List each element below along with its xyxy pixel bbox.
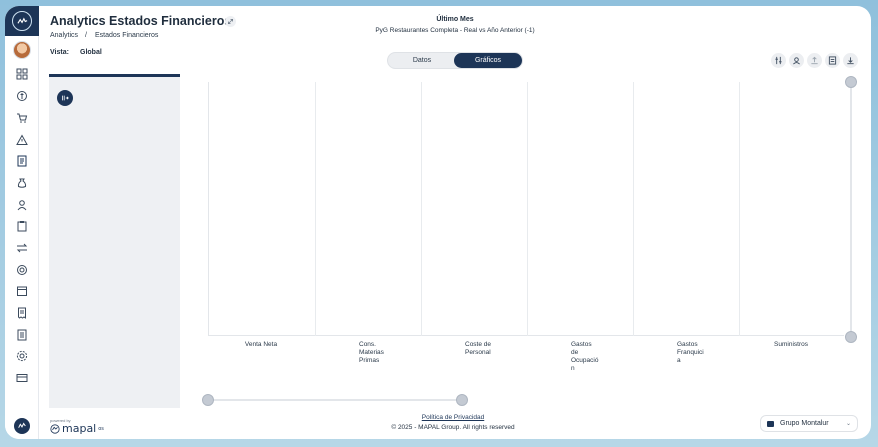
chart-category-label: Suministros	[771, 341, 811, 349]
chart-category-label: Venta Neta	[241, 341, 281, 349]
report-icon[interactable]	[825, 53, 840, 68]
download-icon[interactable]	[843, 53, 858, 68]
vertical-scrollbar[interactable]	[850, 82, 852, 338]
chart-category-label-line: Coste de	[465, 341, 492, 348]
sidebar	[5, 6, 39, 439]
card-icon[interactable]	[14, 371, 30, 385]
grid-icon[interactable]	[14, 67, 30, 81]
warning-icon[interactable]	[14, 133, 30, 147]
horizontal-scroll-handle-left[interactable]	[202, 394, 214, 406]
upload-icon[interactable]	[807, 53, 822, 68]
period-info: Último Mes PyG Restaurantes Completa - R…	[305, 16, 605, 34]
chart-category-label: Coste de Personal	[465, 341, 491, 357]
horizontal-scrollbar[interactable]	[208, 399, 462, 401]
user-badge-icon[interactable]	[789, 53, 804, 68]
cart-icon[interactable]	[14, 111, 30, 125]
chart-category-label: Gastos de Ocupació n	[571, 341, 598, 373]
calendar-icon[interactable]	[14, 284, 30, 298]
chart-category-label: Cons. Materias Primas	[359, 341, 384, 365]
company-flag-icon	[767, 420, 774, 427]
tab-datos[interactable]: Datos	[388, 53, 456, 68]
vista-label: Vista:	[50, 49, 69, 56]
filter-panel	[49, 74, 180, 408]
chart-gridline	[421, 82, 422, 336]
chart-category-label-line: Gastos	[571, 341, 592, 348]
chart-category-label-line: Personal	[465, 349, 491, 356]
privacy-link[interactable]: Política de Privacidad	[355, 414, 551, 421]
mapal-brand-logo: mapal os	[50, 422, 104, 435]
app-logo[interactable]	[5, 6, 39, 36]
chart-gridline	[315, 82, 316, 336]
panel-toggle-icon[interactable]	[57, 90, 73, 106]
chart-gridline	[739, 82, 740, 336]
breadcrumb-analytics[interactable]: Analytics	[50, 32, 78, 39]
invoice-icon[interactable]	[14, 306, 30, 320]
mapal-logo-icon[interactable]	[14, 418, 30, 434]
app-window: Analytics Estados Financieros Analytics …	[5, 6, 871, 439]
panel-accent-bar	[49, 74, 180, 77]
page-title: Analytics Estados Financieros	[50, 14, 232, 28]
chart-category-label-line: a	[677, 357, 681, 364]
chart-category-label-line: de	[571, 349, 579, 356]
chart-gridline	[527, 82, 528, 336]
document-icon[interactable]	[14, 328, 30, 342]
avatar[interactable]	[13, 41, 31, 59]
chart-category-label-line: Primas	[359, 357, 380, 364]
chart-category-label-line: Suministros	[774, 341, 808, 348]
vertical-scroll-handle-bottom[interactable]	[845, 331, 857, 343]
vertical-scroll-handle-top[interactable]	[845, 76, 857, 88]
chart-gridline	[633, 82, 634, 336]
clipboard-icon[interactable]	[14, 219, 30, 233]
ledger-icon[interactable]	[14, 154, 30, 168]
chart-category-label-line: n	[571, 365, 575, 372]
chart-category-label-line: Venta Neta	[244, 341, 278, 348]
transfer-icon[interactable]	[14, 241, 30, 255]
company-selector[interactable]: Grupo Montalur ⌄	[760, 415, 858, 432]
money-circle-icon[interactable]	[14, 263, 30, 277]
chart-area	[208, 82, 844, 336]
breadcrumb-estados-financieros: Estados Financieros	[95, 32, 159, 39]
copyright-text: © 2025 - MAPAL Group. All rights reserve…	[391, 424, 515, 431]
horizontal-scroll-handle-right[interactable]	[456, 394, 468, 406]
mapal-brand-suffix: os	[98, 425, 104, 432]
mapal-brand-text: mapal	[62, 422, 97, 435]
view-toggle: Datos Gráficos	[387, 52, 523, 69]
period-title: Último Mes	[436, 16, 474, 23]
chart-category-label: Gastos Franquici a	[677, 341, 704, 365]
coin-icon[interactable]	[14, 89, 30, 103]
filter-sliders-icon[interactable]	[771, 53, 786, 68]
vista-value[interactable]: Global	[80, 49, 102, 56]
chevron-down-icon: ⌄	[845, 421, 851, 427]
person-icon[interactable]	[14, 198, 30, 212]
chart-category-label-line: Materias	[359, 349, 384, 356]
period-subtitle: PyG Restaurantes Completa - Real vs Año …	[375, 27, 535, 34]
expand-icon[interactable]	[225, 16, 236, 27]
tab-graficos[interactable]: Gráficos	[454, 53, 522, 68]
chart-category-label-line: Cons.	[359, 341, 376, 348]
chart-category-label-line: Franquici	[677, 349, 704, 356]
settings-icon[interactable]	[14, 349, 30, 363]
chart-category-label-line: Gastos	[677, 341, 698, 348]
company-name: Grupo Montalur	[780, 420, 829, 427]
chart-category-label-line: Ocupació	[571, 357, 599, 364]
moneybag-icon[interactable]	[14, 176, 30, 190]
breadcrumb-separator: /	[85, 32, 87, 39]
